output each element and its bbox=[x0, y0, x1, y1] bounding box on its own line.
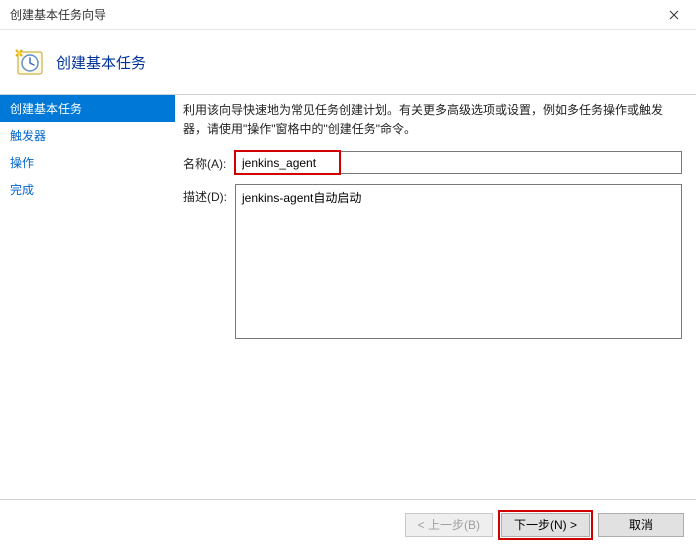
name-label: 名称(A): bbox=[183, 151, 235, 172]
titlebar: 创建基本任务向导 bbox=[0, 0, 696, 30]
wizard-sidebar: 创建基本任务 触发器 操作 完成 bbox=[0, 95, 175, 499]
wizard-content: 利用该向导快速地为常见任务创建计划。有关更多高级选项或设置，例如多任务操作或触发… bbox=[175, 95, 696, 499]
sidebar-item-create-task[interactable]: 创建基本任务 bbox=[0, 95, 175, 122]
name-input[interactable] bbox=[235, 151, 682, 174]
task-icon bbox=[14, 46, 46, 78]
close-button[interactable] bbox=[651, 0, 696, 30]
name-field-wrap bbox=[235, 151, 682, 174]
sidebar-item-label: 完成 bbox=[10, 183, 34, 197]
description-label: 描述(D): bbox=[183, 184, 235, 205]
window-title: 创建基本任务向导 bbox=[10, 6, 106, 23]
wizard-body: 创建基本任务 触发器 操作 完成 利用该向导快速地为常见任务创建计划。有关更多高… bbox=[0, 95, 696, 499]
wizard-header: 创建基本任务 bbox=[0, 30, 696, 95]
sidebar-item-action[interactable]: 操作 bbox=[0, 149, 175, 176]
sidebar-item-finish[interactable]: 完成 bbox=[0, 176, 175, 203]
back-button: < 上一步(B) bbox=[405, 513, 493, 537]
sidebar-item-label: 操作 bbox=[10, 156, 34, 170]
description-input[interactable]: jenkins-agent自动启动 bbox=[235, 184, 682, 339]
close-icon bbox=[669, 10, 679, 20]
next-button[interactable]: 下一步(N) > bbox=[501, 513, 590, 537]
sidebar-item-trigger[interactable]: 触发器 bbox=[0, 122, 175, 149]
wizard-footer: < 上一步(B) 下一步(N) > 取消 bbox=[0, 499, 696, 549]
description-row: 描述(D): jenkins-agent自动启动 bbox=[183, 184, 682, 339]
sidebar-item-label: 触发器 bbox=[10, 129, 46, 143]
page-title: 创建基本任务 bbox=[56, 52, 146, 73]
sidebar-item-label: 创建基本任务 bbox=[10, 102, 82, 116]
name-row: 名称(A): bbox=[183, 151, 682, 174]
cancel-button[interactable]: 取消 bbox=[598, 513, 684, 537]
instruction-text: 利用该向导快速地为常见任务创建计划。有关更多高级选项或设置，例如多任务操作或触发… bbox=[183, 101, 682, 139]
